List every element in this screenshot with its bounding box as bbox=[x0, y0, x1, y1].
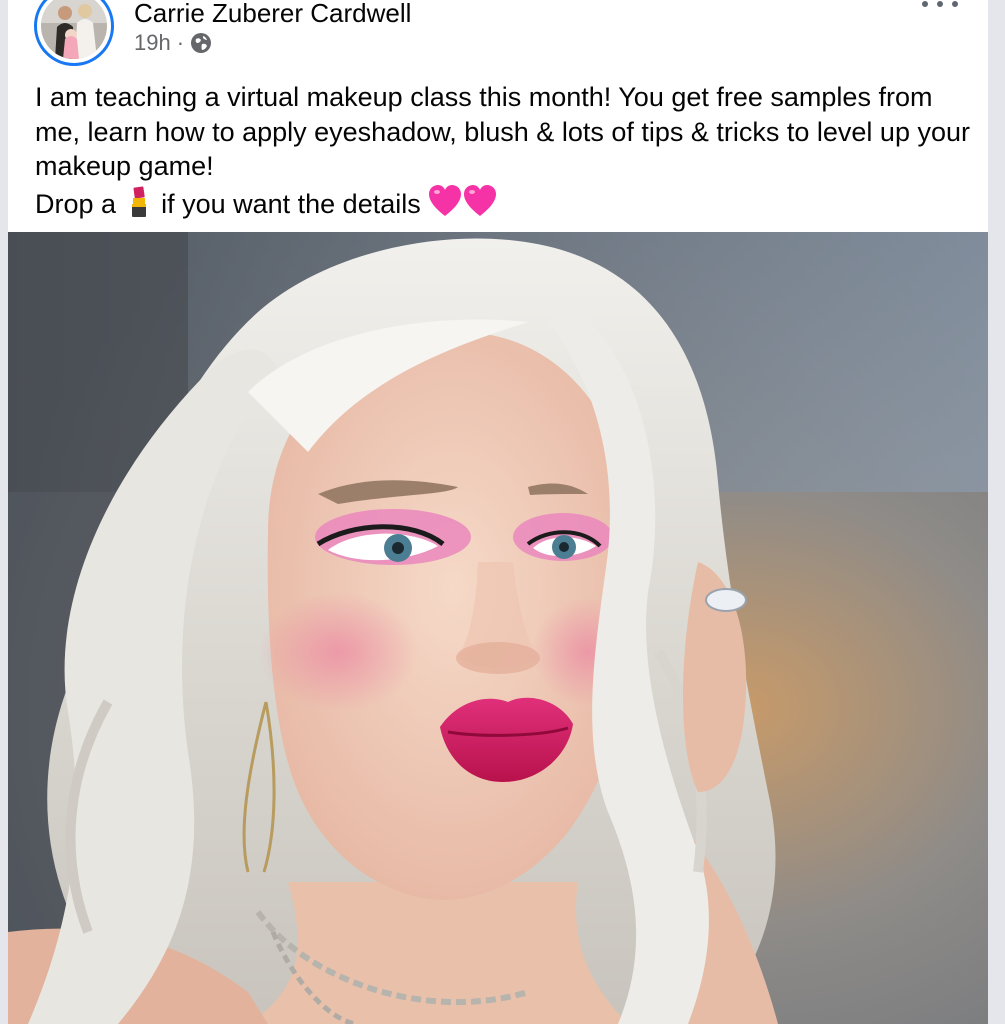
lipstick-emoji bbox=[124, 185, 154, 227]
more-options-icon[interactable] bbox=[922, 0, 958, 16]
post-text-body: I am teaching a virtual makeup class thi… bbox=[35, 82, 970, 181]
pink-heart-emoji bbox=[428, 184, 498, 227]
cta-text-after: if you want the details bbox=[161, 188, 421, 219]
cta-text-before: Drop a bbox=[35, 188, 117, 219]
post-timestamp[interactable]: 19h bbox=[134, 30, 171, 56]
author-name[interactable]: Carrie Zuberer Cardwell bbox=[134, 0, 411, 29]
post-photo[interactable] bbox=[8, 232, 988, 1024]
author-avatar[interactable] bbox=[34, 0, 114, 66]
post-card: Carrie Zuberer Cardwell 19h · I am teach… bbox=[8, 0, 988, 1024]
avatar-photo bbox=[41, 0, 107, 59]
post-text-call-to-action: Drop a if you want the details bbox=[35, 184, 975, 227]
feed-background: Carrie Zuberer Cardwell 19h · I am teach… bbox=[0, 0, 1005, 1024]
meta-separator: · bbox=[176, 30, 185, 55]
post-meta: 19h · bbox=[134, 30, 212, 56]
globe-icon[interactable] bbox=[190, 32, 212, 54]
post-text: I am teaching a virtual makeup class thi… bbox=[35, 80, 975, 226]
post-header: Carrie Zuberer Cardwell 19h · bbox=[8, 0, 988, 70]
